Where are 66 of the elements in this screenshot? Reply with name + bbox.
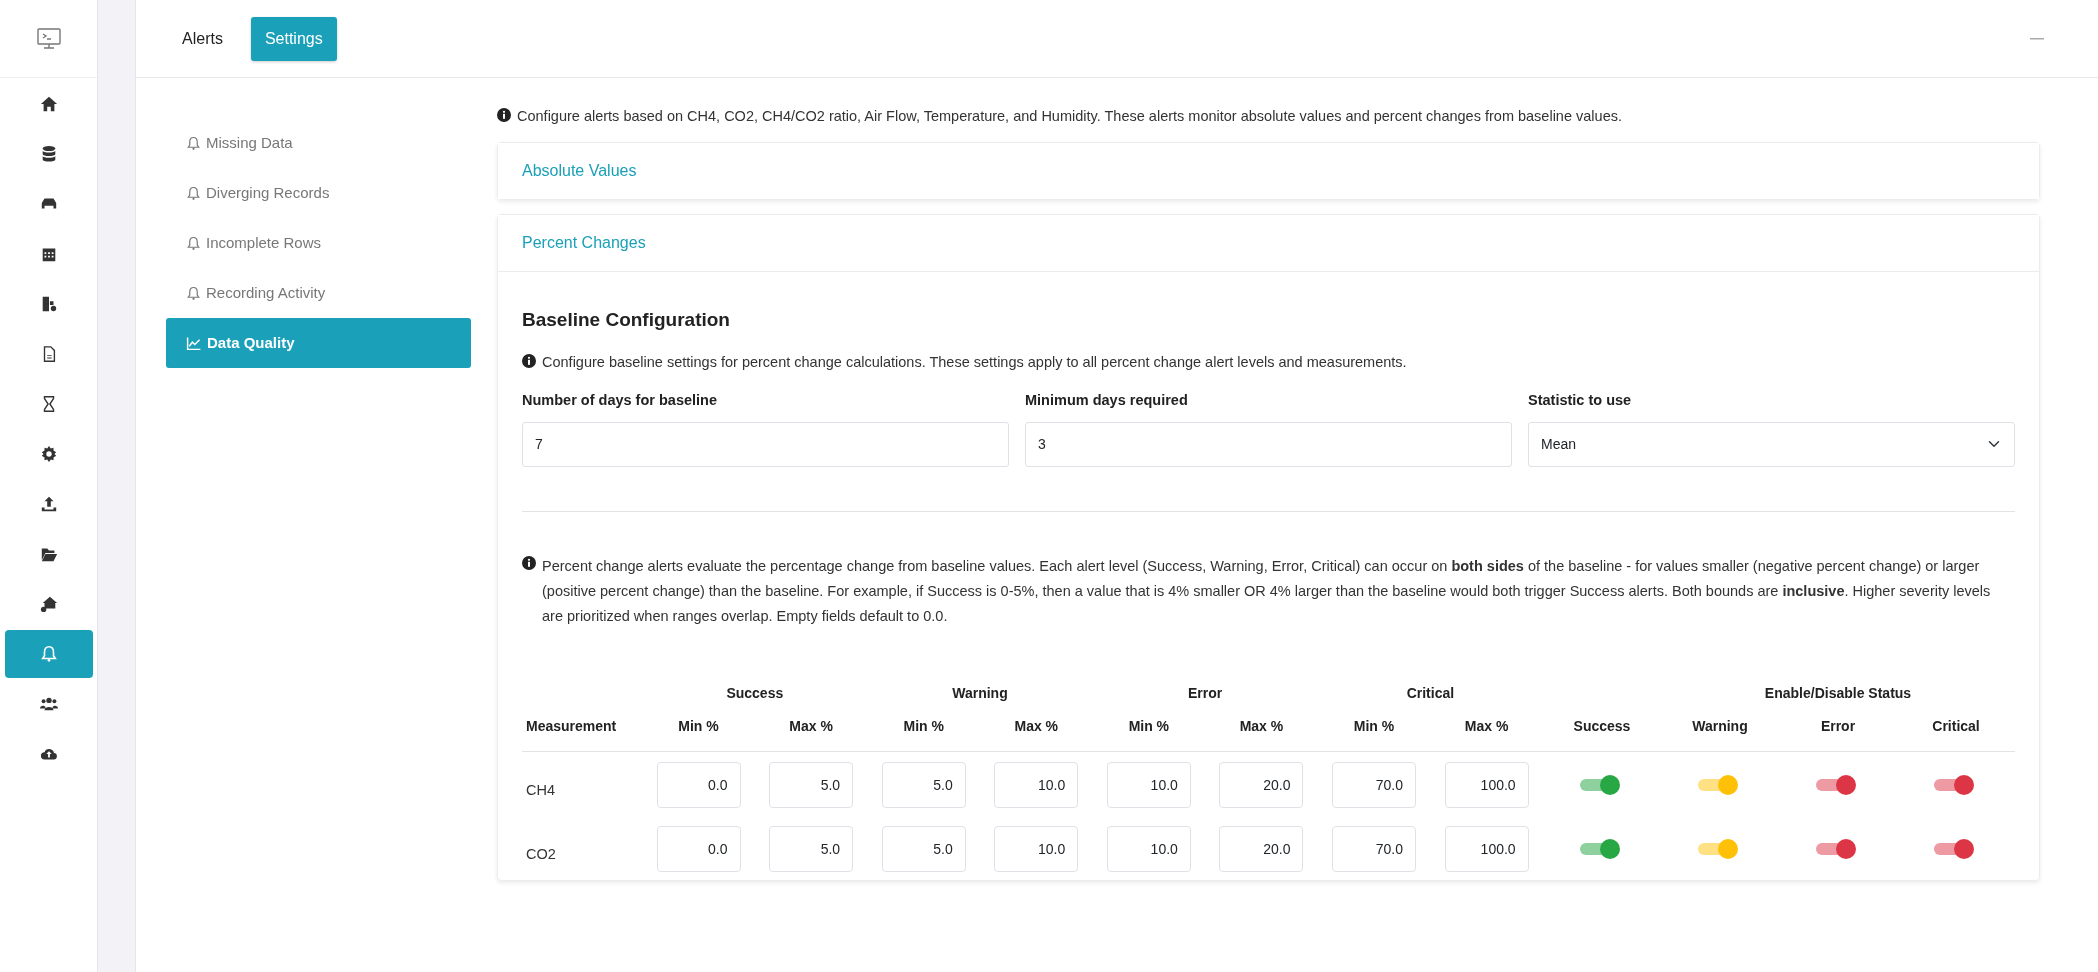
- table-cell: CH4: [522, 751, 643, 816]
- chart-icon: [186, 335, 202, 351]
- column-header: Min %: [642, 709, 755, 752]
- menu-item[interactable]: Diverging Records: [166, 168, 471, 218]
- menu-item[interactable]: Recording Activity: [166, 268, 471, 318]
- percent-field[interactable]: 5.0: [769, 825, 854, 872]
- column-header: Success: [1543, 709, 1661, 752]
- column-header: Error: [1779, 709, 1897, 752]
- field-label: Statistic to use: [1528, 391, 1633, 410]
- bell-icon: [186, 185, 201, 201]
- percent-field[interactable]: 10.0: [1106, 825, 1191, 872]
- column-header: Critical: [1897, 709, 2015, 752]
- info-text: Configure baseline settings for percent change calculations. These settings apply to all percent change alert levels and measurements.: [542, 353, 1407, 373]
- menu-item[interactable]: Missing Data: [166, 118, 471, 168]
- percent-field[interactable]: 100.0: [1444, 761, 1529, 808]
- upload-icon: [39, 495, 58, 513]
- menu-item[interactable]: Incomplete Rows: [166, 218, 471, 268]
- percent-field[interactable]: 10.0: [1106, 761, 1191, 808]
- input-field[interactable]: 3: [1025, 421, 1512, 467]
- tab[interactable]: Alerts: [168, 16, 237, 61]
- info-text: Percent change alerts evaluate the percentage change from baseline values. Each alert level (Success, Warning, Error, Critical) can occur on both sides of the baseline - for values smaller (negative percent change) or larger (positive percent change) than the baseline. For example, if Success is 0-5%, then a value that is 4% smaller OR 4% larger than the baseline would both trigger Success alerts. Both bounds are inclusive. Higher severity levels are prioritized when ranges overlap. Empty fields default to 0.0.: [542, 556, 1992, 626]
- column-header: Max %: [1430, 709, 1543, 752]
- bell-icon: [186, 135, 201, 151]
- info-icon: [497, 108, 511, 122]
- field-label: Number of days for baseline: [522, 391, 718, 410]
- percent-field[interactable]: 0.0: [656, 825, 741, 872]
- percent-field[interactable]: 70.0: [1332, 825, 1416, 872]
- column-header: Min %: [1092, 709, 1206, 752]
- info-text: Configure alerts based on CH4, CO2, CH4/CO2 ratio, Air Flow, Temperature, and Humidity. These alerts monitor absolute values and percent changes from baseline values.: [517, 107, 1622, 126]
- monitor-icon[interactable]: [35, 26, 62, 51]
- column-group-header: Success: [725, 683, 785, 703]
- percent-field[interactable]: 20.0: [1219, 761, 1304, 808]
- percent-field[interactable]: 10.0: [994, 825, 1079, 872]
- bell-icon: [186, 285, 201, 301]
- column-header: Warning: [1661, 709, 1779, 752]
- info-icon: [522, 354, 536, 369]
- percent-field[interactable]: 0.0: [656, 761, 741, 808]
- percent-field[interactable]: 20.0: [1219, 825, 1304, 872]
- percent-field[interactable]: 5.0: [769, 761, 854, 808]
- input-field[interactable]: 7: [522, 421, 1009, 467]
- section-heading: Baseline Configuration: [522, 307, 731, 332]
- info-icon: [522, 555, 536, 570]
- column-header: Max %: [1205, 709, 1318, 752]
- percent-field[interactable]: 10.0: [994, 761, 1079, 808]
- bell-icon: [186, 235, 201, 251]
- column-header: Max %: [980, 709, 1093, 752]
- column-header: Max %: [754, 709, 868, 752]
- column-group-header: Enable/Disable Status: [1763, 683, 1913, 703]
- column-group-header: Error: [1187, 683, 1224, 703]
- bell-icon: [39, 645, 58, 663]
- percent-field[interactable]: 5.0: [881, 825, 966, 872]
- field-label: Minimum days required: [1025, 391, 1189, 410]
- settings-icon: [39, 445, 58, 463]
- select-field[interactable]: Mean: [1528, 421, 2015, 467]
- users-icon: [39, 695, 58, 713]
- table-cell-text: CO2: [525, 844, 557, 864]
- percent-field[interactable]: 5.0: [881, 761, 966, 808]
- column-group-header: Critical: [1405, 683, 1456, 703]
- column-header: Min %: [867, 709, 980, 752]
- home-icon: [39, 95, 58, 113]
- column-group-header: Warning: [951, 683, 1009, 703]
- column-header: Min %: [1317, 709, 1431, 752]
- house-gear-icon: [39, 595, 58, 613]
- percent-field[interactable]: 100.0: [1444, 825, 1529, 872]
- percent-field[interactable]: 70.0: [1332, 761, 1416, 808]
- column-header: Measurement: [522, 709, 643, 752]
